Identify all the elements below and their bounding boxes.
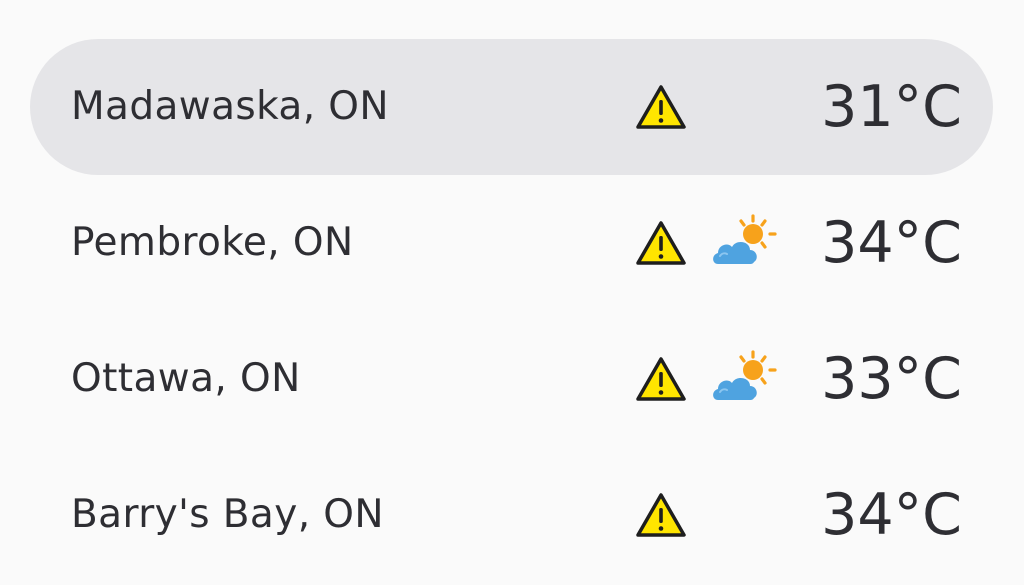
warning-icon[interactable]	[635, 491, 687, 539]
location-list: Madawaska, ON 31°C Pembroke, ON 34°C Ott…	[0, 0, 1024, 585]
location-name: Ottawa, ON	[71, 356, 301, 401]
weather-locations-screen: Madawaska, ON 31°C Pembroke, ON 34°C Ott…	[0, 0, 1024, 585]
temperature: 34°C	[821, 482, 962, 548]
warning-icon[interactable]	[635, 219, 687, 267]
temperature: 34°C	[821, 210, 962, 276]
partly-sunny-icon	[710, 212, 780, 270]
location-row-barrys-bay[interactable]: Barry's Bay, ON 34°C	[30, 447, 993, 583]
partly-sunny-icon	[710, 348, 780, 406]
location-name: Madawaska, ON	[71, 84, 389, 129]
location-name: Barry's Bay, ON	[71, 492, 384, 537]
temperature: 31°C	[821, 74, 962, 140]
location-row-pembroke[interactable]: Pembroke, ON 34°C	[30, 175, 993, 311]
location-name: Pembroke, ON	[71, 220, 354, 265]
warning-icon[interactable]	[635, 355, 687, 403]
location-row-ottawa[interactable]: Ottawa, ON 33°C	[30, 311, 993, 447]
warning-icon[interactable]	[635, 83, 687, 131]
temperature: 33°C	[821, 346, 962, 412]
location-row-madawaska[interactable]: Madawaska, ON 31°C	[30, 39, 993, 175]
